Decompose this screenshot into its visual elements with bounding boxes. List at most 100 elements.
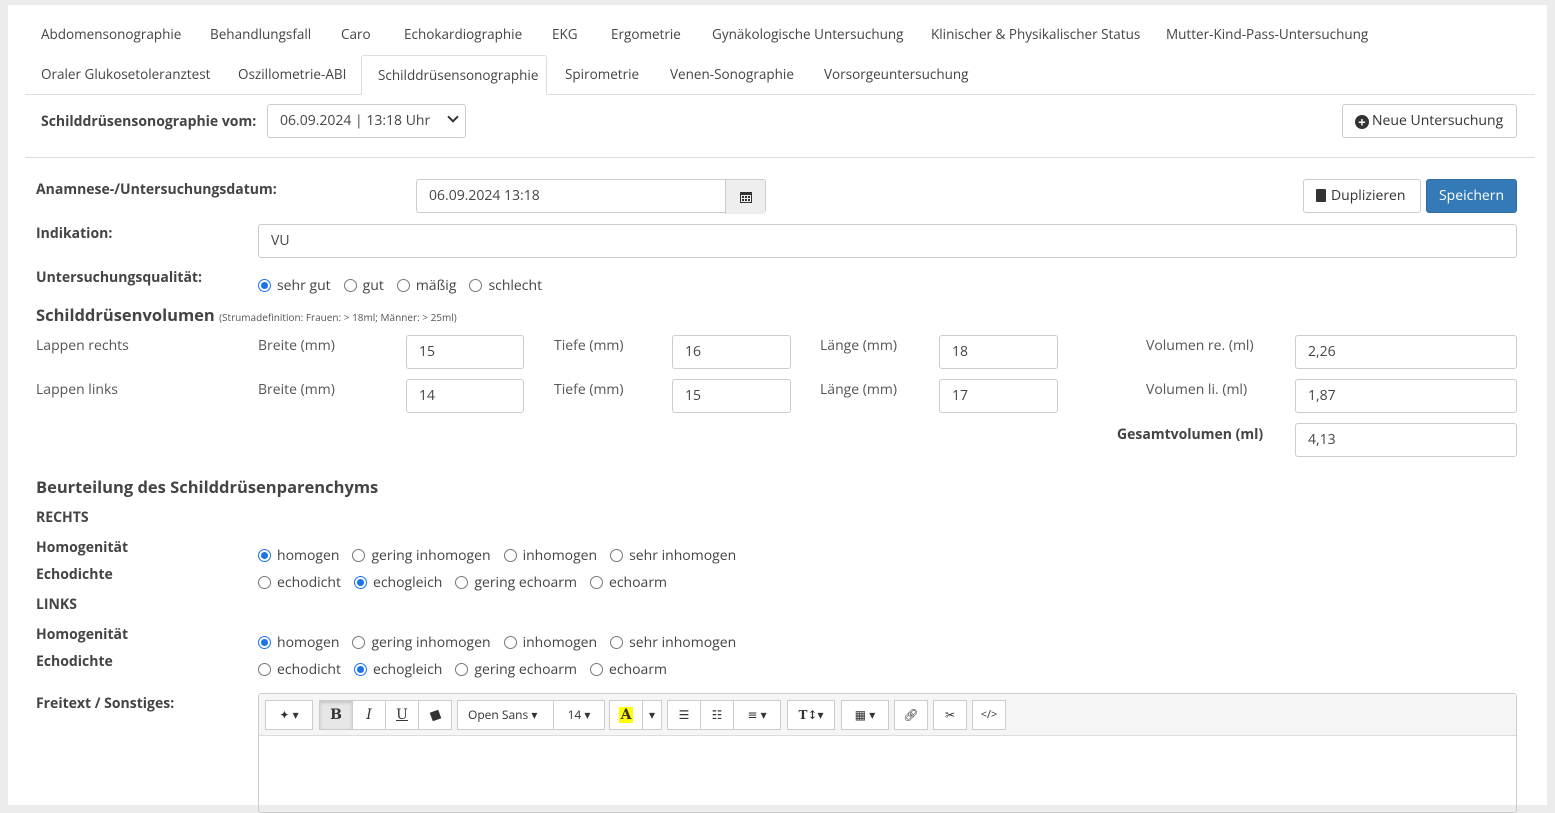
- numbered-list-button[interactable]: ☷: [700, 700, 734, 730]
- radio-icon: [589, 663, 603, 676]
- tab-ergometrie[interactable]: Ergometrie: [595, 15, 697, 55]
- eraser-button[interactable]: [418, 700, 452, 730]
- option-label: sehr inhomogen: [629, 546, 737, 565]
- date-field[interactable]: 06.09.2024 13:18: [416, 179, 766, 214]
- quality-option-schlecht[interactable]: schlecht: [469, 276, 542, 295]
- rechts-echo-option-gering-echoarm[interactable]: gering echoarm: [455, 573, 577, 592]
- calendar-button[interactable]: [725, 180, 765, 214]
- radio-icon: [258, 663, 271, 676]
- left-breite-field[interactable]: 14: [406, 379, 524, 413]
- radio-icon: [455, 663, 469, 676]
- line-height-button[interactable]: T↕▾: [787, 700, 835, 730]
- bold-button[interactable]: B: [319, 700, 353, 730]
- link-icon: 🔗︎: [903, 706, 919, 723]
- option-label: schlecht: [488, 276, 543, 295]
- tab-vorsorgeuntersuchung[interactable]: Vorsorgeuntersuchung: [808, 55, 985, 95]
- links-echo-option-gering-echoarm[interactable]: gering echoarm: [455, 660, 577, 679]
- radio-checked-icon: [353, 663, 367, 676]
- option-label: echodicht: [277, 573, 341, 592]
- option-label: inhomogen: [522, 633, 598, 652]
- font-size-select[interactable]: 14 ▾: [553, 700, 605, 730]
- links-homogen-option-homogen[interactable]: homogen: [258, 633, 339, 652]
- right-volume-field[interactable]: 2,26: [1295, 335, 1517, 369]
- tab-ekg[interactable]: EKG: [536, 15, 594, 55]
- bullet-list-button[interactable]: ☰: [667, 700, 701, 730]
- option-label: sehr gut: [277, 276, 331, 295]
- caret-down-icon: ▾: [648, 706, 656, 723]
- rechts-homogen-option-homogen[interactable]: homogen: [258, 546, 339, 565]
- code-view-button[interactable]: </>: [972, 700, 1006, 730]
- paragraph-align-button[interactable]: ≡ ▾: [733, 700, 781, 730]
- tab-oszillometrie-abi[interactable]: Oszillometrie-ABI: [222, 55, 362, 95]
- tab-caro[interactable]: Caro: [325, 15, 387, 55]
- links-echo-radio-group: echodicht echogleich gering echoarm echo…: [258, 660, 680, 679]
- duplicate-label: Duplizieren: [1331, 186, 1406, 205]
- underline-button[interactable]: U: [385, 700, 419, 730]
- tab-echokardiographie[interactable]: Echokardiographie: [388, 15, 538, 55]
- tab-behandlungsfall[interactable]: Behandlungsfall: [194, 15, 327, 55]
- cut-button[interactable]: ✂: [933, 700, 967, 730]
- tab-bar: Abdomensonographie Behandlungsfall Caro …: [25, 15, 1535, 95]
- link-button[interactable]: 🔗︎: [894, 700, 928, 730]
- rechts-echo-radio-group: echodicht echogleich gering echoarm echo…: [258, 573, 680, 592]
- duplicate-button[interactable]: Duplizieren: [1303, 179, 1421, 213]
- magic-wand-icon: ✦ ▾: [279, 706, 299, 723]
- style-button[interactable]: ✦ ▾: [265, 700, 313, 730]
- rechts-echo-option-echoarm[interactable]: echoarm: [589, 573, 667, 592]
- links-homogen-option-sehr-inhomogen[interactable]: sehr inhomogen: [610, 633, 736, 652]
- left-volume-field[interactable]: 1,87: [1295, 379, 1517, 413]
- tab-mutter-kind-pass[interactable]: Mutter-Kind-Pass-Untersuchung: [1150, 15, 1384, 55]
- rechts-homogen-radio-group: homogen gering inhomogen inhomogen sehr …: [258, 546, 749, 565]
- rechts-echo-option-echogleich[interactable]: echogleich: [353, 573, 443, 592]
- parenchym-title: Beurteilung des Schilddrüsenparenchyms: [36, 475, 379, 498]
- font-size-value: 14: [567, 706, 582, 723]
- right-tiefe-field[interactable]: 16: [672, 335, 791, 369]
- right-laenge-field[interactable]: 18: [939, 335, 1058, 369]
- left-volume-label: Volumen li. (ml): [1146, 380, 1248, 399]
- left-tiefe-field[interactable]: 15: [672, 379, 791, 413]
- tab-schilddruesensonographie[interactable]: Schilddrüsensonographie: [361, 55, 547, 95]
- links-echo-option-echoarm[interactable]: echoarm: [589, 660, 667, 679]
- tab-venen-sonographie[interactable]: Venen-Sonographie: [654, 55, 810, 95]
- radio-icon: [610, 636, 624, 649]
- new-examination-button[interactable]: + Neue Untersuchung: [1342, 104, 1517, 138]
- indikation-field[interactable]: VU: [258, 224, 1517, 258]
- tab-abdomensonographie[interactable]: Abdomensonographie: [25, 15, 197, 55]
- examination-date-select[interactable]: 06.09.2024 | 13:18 Uhr: [267, 104, 466, 138]
- rechts-homogen-option-inhomogen[interactable]: inhomogen: [503, 546, 598, 565]
- highlight-color-button[interactable]: A: [609, 700, 643, 730]
- total-volume-field[interactable]: 4,13: [1295, 423, 1517, 457]
- table-button[interactable]: ▦ ▾: [841, 700, 889, 730]
- font-family-select[interactable]: Open Sans ▾: [457, 700, 554, 730]
- right-breite-field[interactable]: 15: [406, 335, 524, 369]
- option-label: echogleich: [372, 573, 443, 592]
- tab-spirometrie[interactable]: Spirometrie: [549, 55, 655, 95]
- editor-content-area[interactable]: [259, 736, 1516, 812]
- align-left-icon: ≡ ▾: [747, 706, 767, 723]
- tab-gynaekologische-untersuchung[interactable]: Gynäkologische Untersuchung: [696, 15, 920, 55]
- links-echo-option-echodicht[interactable]: echodicht: [258, 660, 341, 679]
- radio-icon: [352, 549, 366, 562]
- italic-button[interactable]: I: [352, 700, 386, 730]
- option-label: echodicht: [277, 660, 341, 679]
- volume-title-text: Schilddrüsenvolumen: [36, 303, 215, 326]
- links-homogen-option-gering-inhomogen[interactable]: gering inhomogen: [352, 633, 491, 652]
- text-height-icon: T↕▾: [798, 708, 824, 722]
- rechts-homogen-option-sehr-inhomogen[interactable]: sehr inhomogen: [610, 546, 736, 565]
- calendar-icon: [740, 192, 752, 203]
- color-dropdown-button[interactable]: ▾: [642, 700, 662, 730]
- quality-option-sehr-gut[interactable]: sehr gut: [258, 276, 331, 295]
- links-homogen-label: Homogenität: [36, 625, 129, 644]
- left-laenge-field[interactable]: 17: [939, 379, 1058, 413]
- tab-oraler-glukosetoleranztest[interactable]: Oraler Glukosetoleranztest: [25, 55, 226, 95]
- rechts-homogen-option-gering-inhomogen[interactable]: gering inhomogen: [352, 546, 491, 565]
- option-label: inhomogen: [522, 546, 598, 565]
- rechts-echo-option-echodicht[interactable]: echodicht: [258, 573, 341, 592]
- links-echo-option-echogleich[interactable]: echogleich: [353, 660, 442, 679]
- links-homogen-option-inhomogen[interactable]: inhomogen: [503, 633, 598, 652]
- tab-klinischer-status[interactable]: Klinischer & Physikalischer Status: [915, 15, 1156, 55]
- main-panel: Abdomensonographie Behandlungsfall Caro …: [8, 5, 1547, 813]
- quality-option-gut[interactable]: gut: [343, 276, 384, 295]
- save-button[interactable]: Speichern: [1426, 179, 1517, 213]
- quality-option-maessig[interactable]: mäßig: [396, 276, 456, 295]
